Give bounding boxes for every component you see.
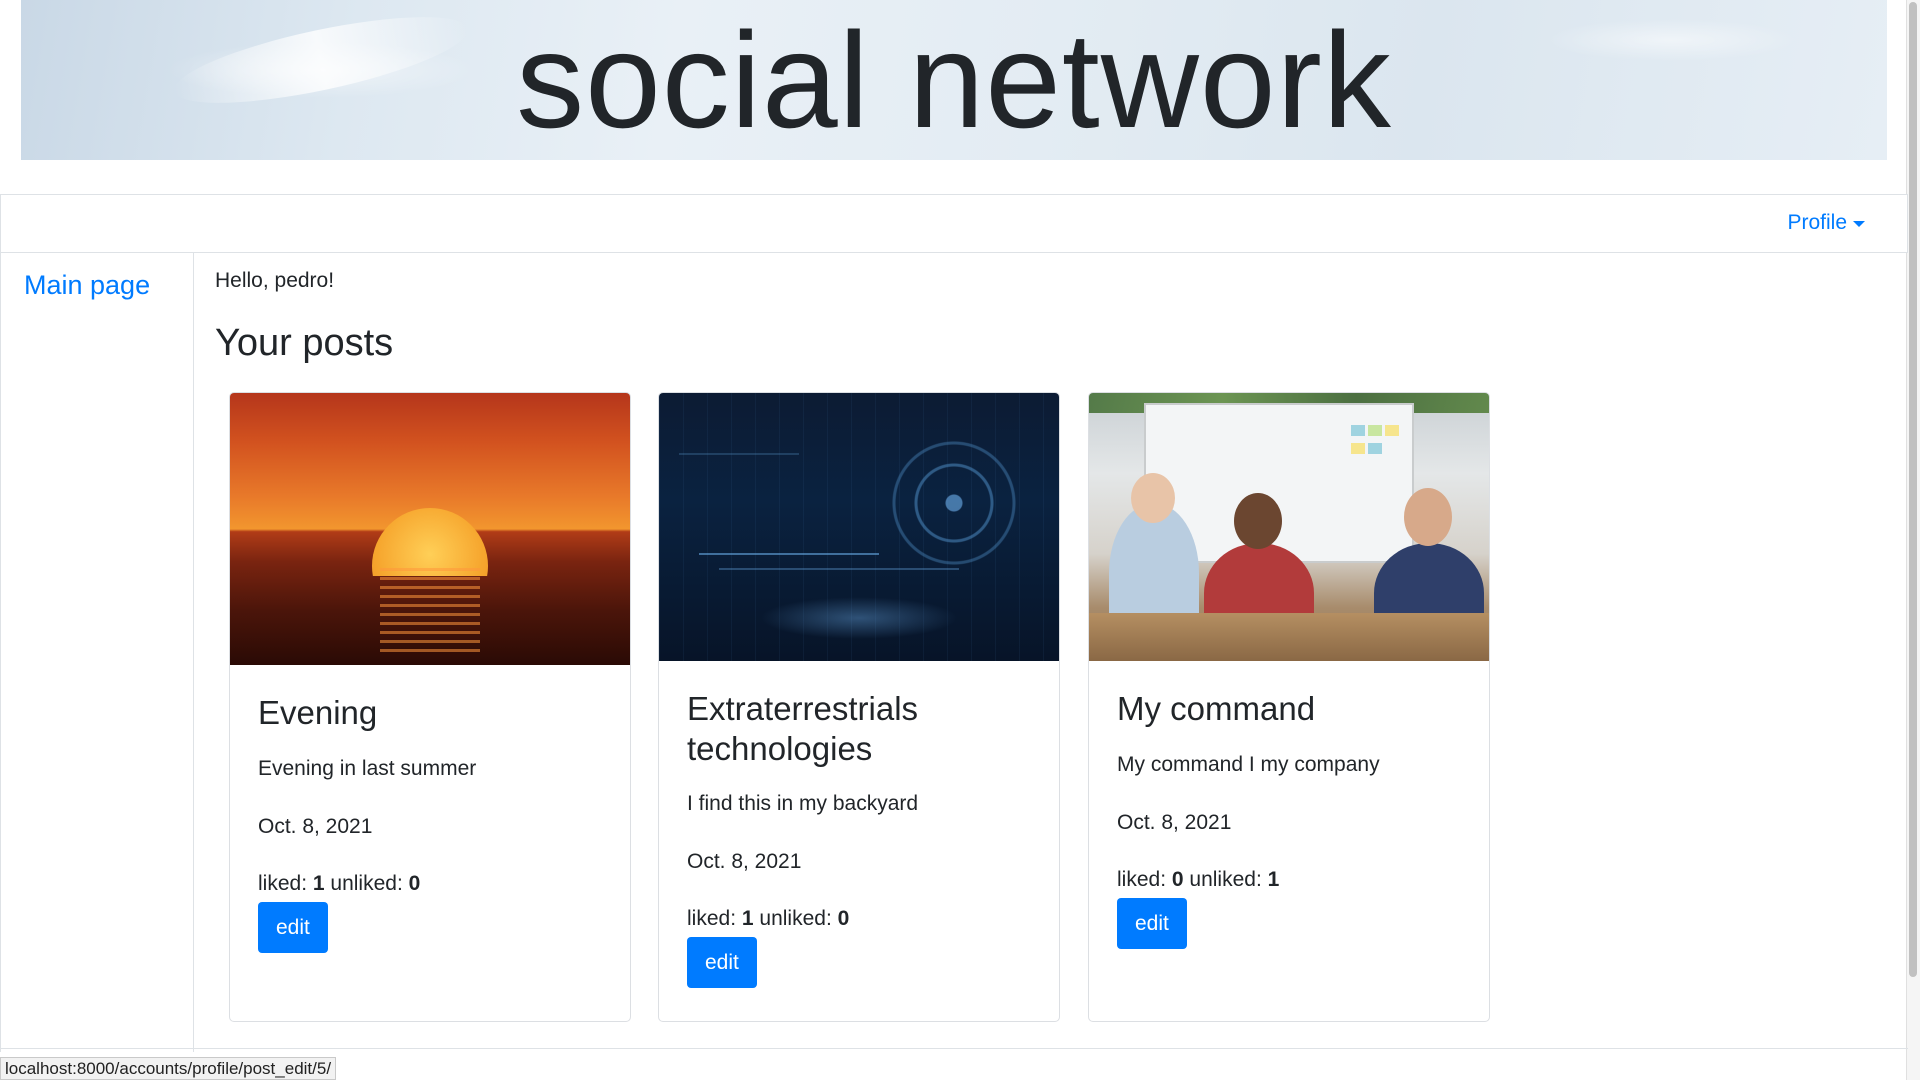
site-title: social network — [516, 4, 1392, 156]
post-card: Extraterrestrials technologies I find th… — [658, 392, 1060, 1022]
post-title: Evening — [258, 694, 378, 731]
post-card: Evening Evening in last summer Oct. 8, 2… — [229, 392, 631, 1022]
person-head — [1131, 473, 1175, 523]
post-card: My command My command I my company Oct. … — [1088, 392, 1490, 1022]
tech-line — [679, 453, 799, 455]
browser-status-url: localhost:8000/accounts/profile/post_edi… — [0, 1057, 337, 1080]
post-text: My command I my company — [1117, 752, 1380, 776]
post-text: I find this in my backyard — [687, 792, 919, 816]
unliked-label: unliked: — [330, 871, 403, 895]
post-date: Oct. 8, 2021 — [1117, 810, 1232, 834]
post-text: Evening in last summer — [258, 756, 477, 780]
scrollbar-thumb[interactable] — [1909, 2, 1917, 977]
meeting-table — [1089, 613, 1489, 661]
liked-label: liked: — [258, 871, 308, 895]
page-title: Your posts — [215, 322, 394, 364]
post-likes: liked: 0 unliked: 1 — [1117, 868, 1461, 892]
header-banner: social network — [21, 0, 1887, 160]
liked-count: 1 — [312, 871, 325, 895]
post-likes: liked: 1 unliked: 0 — [687, 907, 1031, 931]
sticky-note — [1351, 443, 1365, 454]
post-image-tech — [659, 393, 1059, 661]
post-likes: liked: 1 unliked: 0 — [258, 872, 602, 896]
sea-reflection — [380, 568, 480, 658]
unliked-count: 0 — [408, 871, 421, 895]
unliked-count: 1 — [1267, 867, 1280, 891]
sidebar: Main page — [0, 252, 194, 1052]
person-head — [1404, 488, 1452, 546]
top-navbar: Profile — [0, 194, 1908, 253]
edit-button[interactable]: edit — [258, 901, 328, 953]
edit-button[interactable]: edit — [687, 937, 757, 989]
liked-label: liked: — [687, 907, 737, 931]
post-date: Oct. 8, 2021 — [258, 814, 373, 838]
post-image-sunset — [230, 393, 630, 665]
sidebar-item-main-page[interactable]: Main page — [24, 270, 150, 301]
footer-divider — [0, 1048, 1908, 1049]
sticky-note — [1368, 425, 1382, 436]
profile-dropdown-label: Profile — [1787, 211, 1847, 234]
caret-down-icon — [1853, 221, 1865, 227]
person-head — [1234, 493, 1282, 549]
post-title: My command — [1117, 690, 1316, 727]
page-scrollbar[interactable] — [1906, 0, 1920, 1080]
post-title: Extraterrestrials technologies — [687, 690, 919, 767]
tech-line — [699, 553, 879, 555]
edit-button[interactable]: edit — [1117, 897, 1187, 949]
liked-label: liked: — [1117, 867, 1167, 891]
greeting-text: Hello, pedro! — [215, 269, 335, 292]
post-image-team — [1089, 393, 1489, 661]
sticky-note — [1385, 425, 1399, 436]
unliked-count: 0 — [837, 907, 850, 931]
liked-count: 0 — [1171, 867, 1184, 891]
post-date: Oct. 8, 2021 — [687, 850, 802, 874]
profile-dropdown-toggle[interactable]: Profile — [1787, 211, 1865, 235]
sticky-note — [1351, 425, 1365, 436]
liked-count: 1 — [741, 907, 754, 931]
sticky-note — [1368, 443, 1382, 454]
tech-line — [719, 568, 959, 570]
unliked-label: unliked: — [759, 907, 832, 931]
unliked-label: unliked: — [1189, 867, 1262, 891]
